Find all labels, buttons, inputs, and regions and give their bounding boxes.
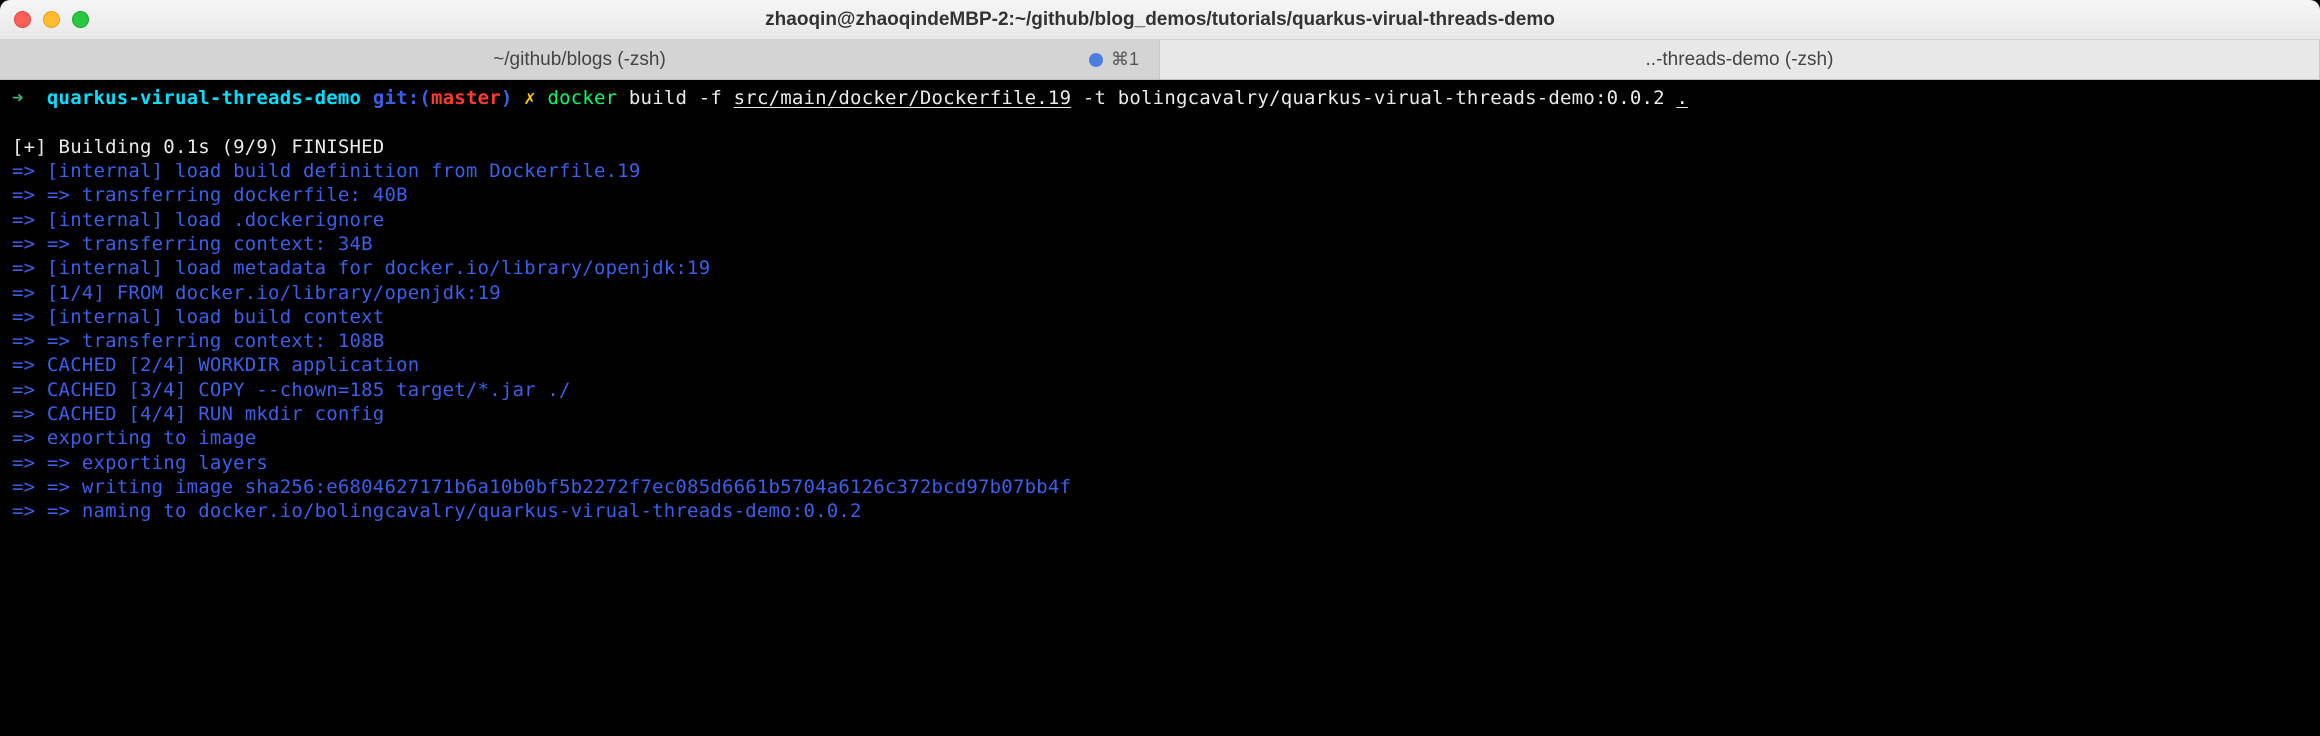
tab-threads-demo[interactable]: ..-threads-demo (-zsh) <box>1160 40 2320 79</box>
git-prefix: git:( <box>373 87 431 109</box>
build-line: => => exporting layers <box>12 452 268 474</box>
dirty-icon: ✗ <box>524 87 536 109</box>
window-title: zhaoqin@zhaoqindeMBP-2:~/github/blog_dem… <box>765 9 1555 31</box>
cmd-path: src/main/docker/Dockerfile.19 <box>734 87 1072 109</box>
build-line: => => naming to docker.io/bolingcavalry/… <box>12 500 862 522</box>
traffic-lights <box>14 11 89 28</box>
build-line: => CACHED [2/4] WORKDIR application <box>12 354 419 376</box>
cmd-after: -t bolingcavalry/quarkus-virual-threads-… <box>1071 87 1676 109</box>
build-line: => [internal] load build definition from… <box>12 160 641 182</box>
build-line: => => transferring context: 34B <box>12 233 373 255</box>
cmd-bin: docker <box>547 87 617 109</box>
close-button[interactable] <box>14 11 31 28</box>
build-line: => exporting to image <box>12 427 256 449</box>
tab-bar: ~/github/blogs (-zsh) ⌘1 ..-threads-demo… <box>0 40 2320 80</box>
terminal-content[interactable]: ➜ quarkus-virual-threads-demo git:(maste… <box>0 80 2320 536</box>
tab-label: ..-threads-demo (-zsh) <box>1646 49 1834 71</box>
build-line: => => writing image sha256:e6804627171b6… <box>12 476 1071 498</box>
build-line: => CACHED [4/4] RUN mkdir config <box>12 403 384 425</box>
git-suffix: ) <box>501 87 513 109</box>
tab-indicator: ⌘1 <box>1089 49 1139 70</box>
activity-dot-icon <box>1089 53 1103 67</box>
build-line: => [internal] load metadata for docker.i… <box>12 257 710 279</box>
tab-shortcut: ⌘1 <box>1111 49 1139 70</box>
build-line: => [1/4] FROM docker.io/library/openjdk:… <box>12 282 501 304</box>
cmd-before: build -f <box>617 87 733 109</box>
build-header: [+] Building 0.1s (9/9) FINISHED <box>12 136 384 158</box>
prompt-arrow-icon: ➜ <box>12 87 24 109</box>
build-line: => CACHED [3/4] COPY --chown=185 target/… <box>12 379 571 401</box>
prompt-dir: quarkus-virual-threads-demo <box>47 87 361 109</box>
build-line: => => transferring dockerfile: 40B <box>12 184 408 206</box>
git-branch: master <box>431 87 501 109</box>
tab-label: ~/github/blogs (-zsh) <box>493 49 666 71</box>
build-line: => [internal] load .dockerignore <box>12 209 384 231</box>
build-line: => [internal] load build context <box>12 306 384 328</box>
cmd-dot: . <box>1676 87 1688 109</box>
build-line: => => transferring context: 108B <box>12 330 384 352</box>
zoom-button[interactable] <box>72 11 89 28</box>
titlebar: zhaoqin@zhaoqindeMBP-2:~/github/blog_dem… <box>0 0 2320 40</box>
minimize-button[interactable] <box>43 11 60 28</box>
prompt-line: ➜ quarkus-virual-threads-demo git:(maste… <box>12 86 2308 110</box>
tab-blogs[interactable]: ~/github/blogs (-zsh) ⌘1 <box>0 40 1160 79</box>
